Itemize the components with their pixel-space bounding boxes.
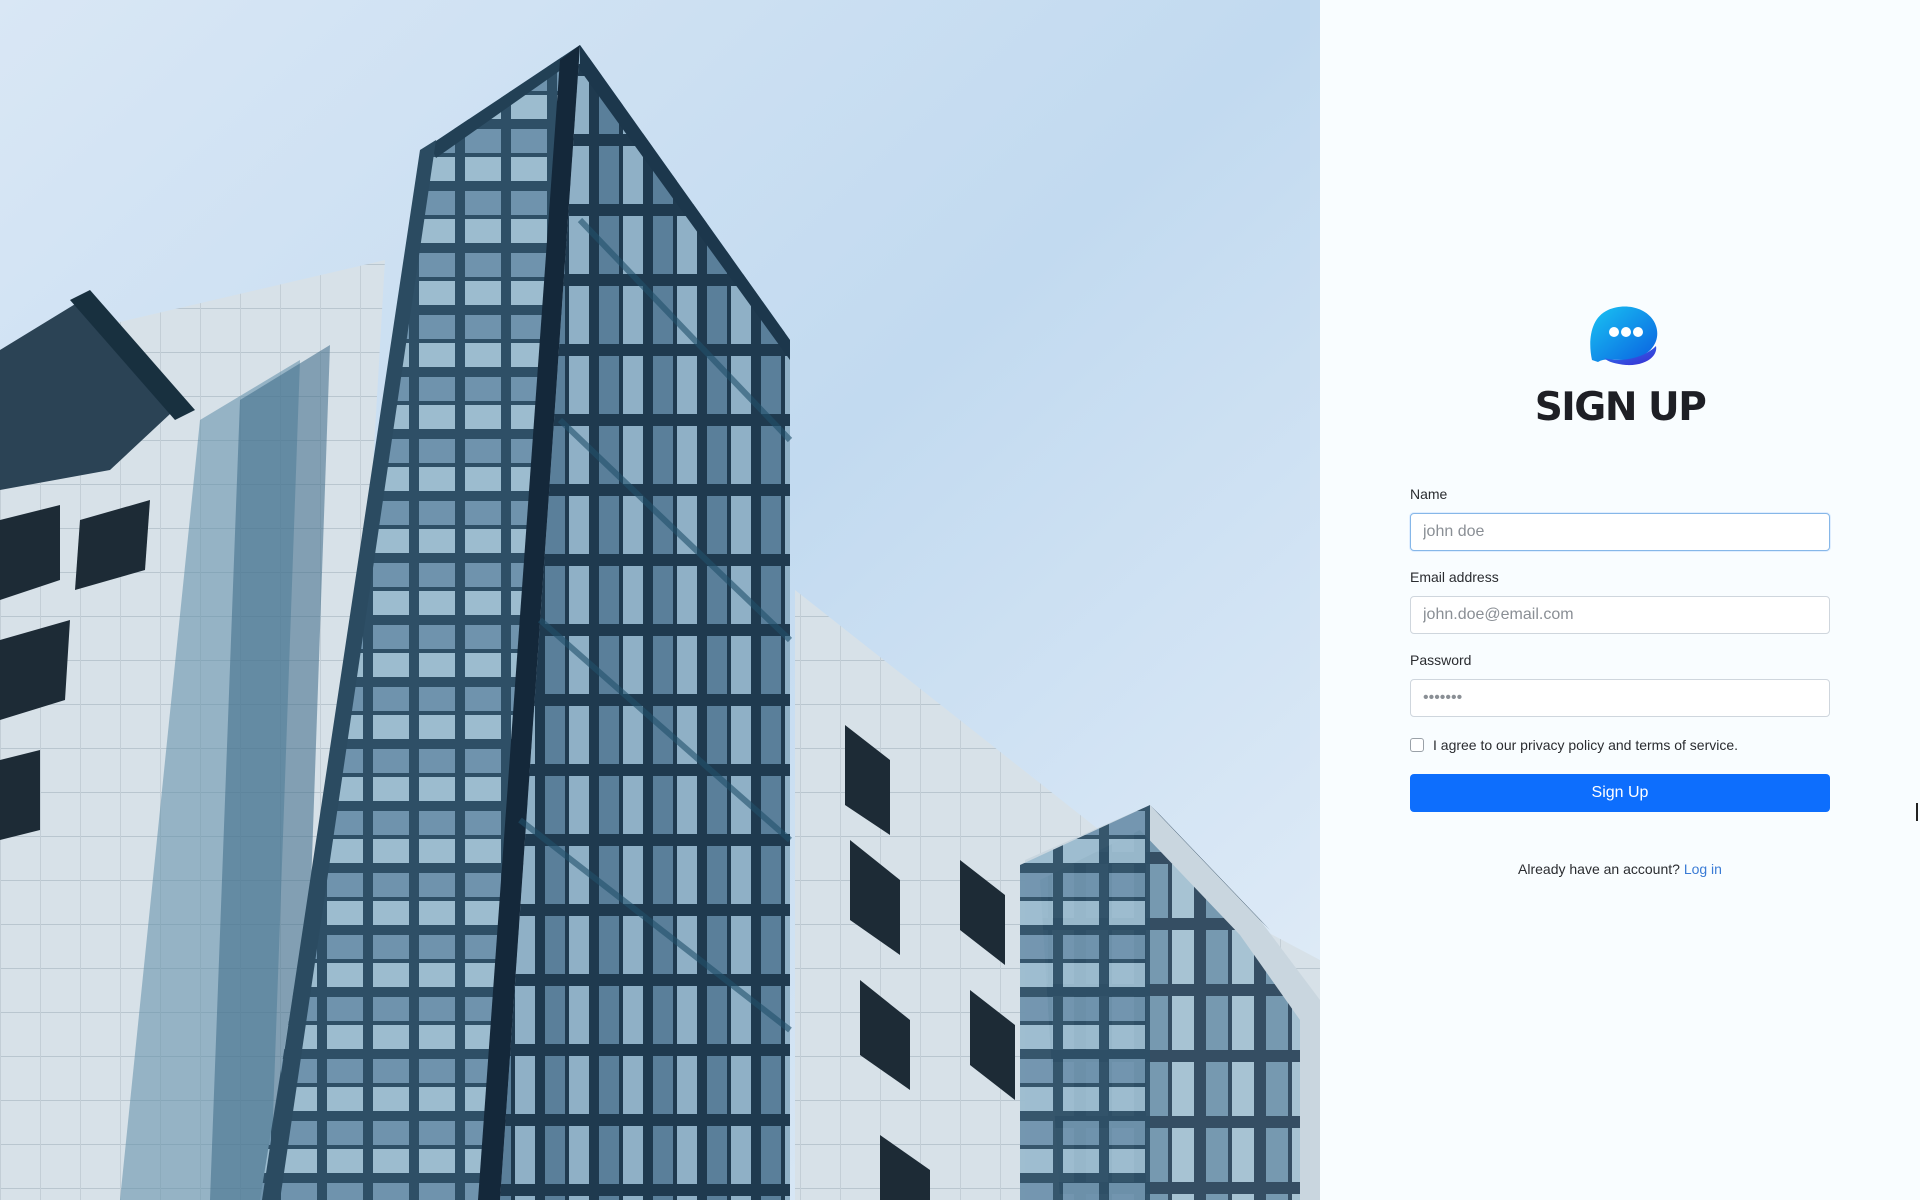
- text-cursor: [1916, 803, 1918, 821]
- agree-row: I agree to our privacy policy and terms …: [1410, 736, 1738, 754]
- name-input[interactable]: [1410, 513, 1830, 551]
- login-link[interactable]: Log in: [1684, 861, 1722, 877]
- password-label: Password: [1410, 652, 1472, 668]
- signup-page: SIGN UP Name Email address Password I ag…: [0, 0, 1920, 1200]
- agree-label: I agree to our privacy policy and terms …: [1433, 737, 1739, 753]
- name-label: Name: [1410, 486, 1448, 502]
- email-label: Email address: [1410, 569, 1499, 585]
- chat-bubble-icon: [1590, 306, 1658, 366]
- email-input[interactable]: [1410, 596, 1830, 634]
- login-prompt: Already have an account? Log in: [1320, 861, 1920, 877]
- password-input[interactable]: [1410, 679, 1830, 717]
- building-illustration: [0, 0, 1320, 1200]
- page-title: SIGN UP: [1534, 385, 1707, 430]
- agree-checkbox[interactable]: [1410, 738, 1424, 752]
- login-prompt-text: Already have an account?: [1518, 861, 1680, 877]
- signup-panel: SIGN UP Name Email address Password I ag…: [1320, 0, 1920, 1200]
- hero-image: [0, 0, 1320, 1200]
- sign-up-button[interactable]: Sign Up: [1410, 774, 1830, 812]
